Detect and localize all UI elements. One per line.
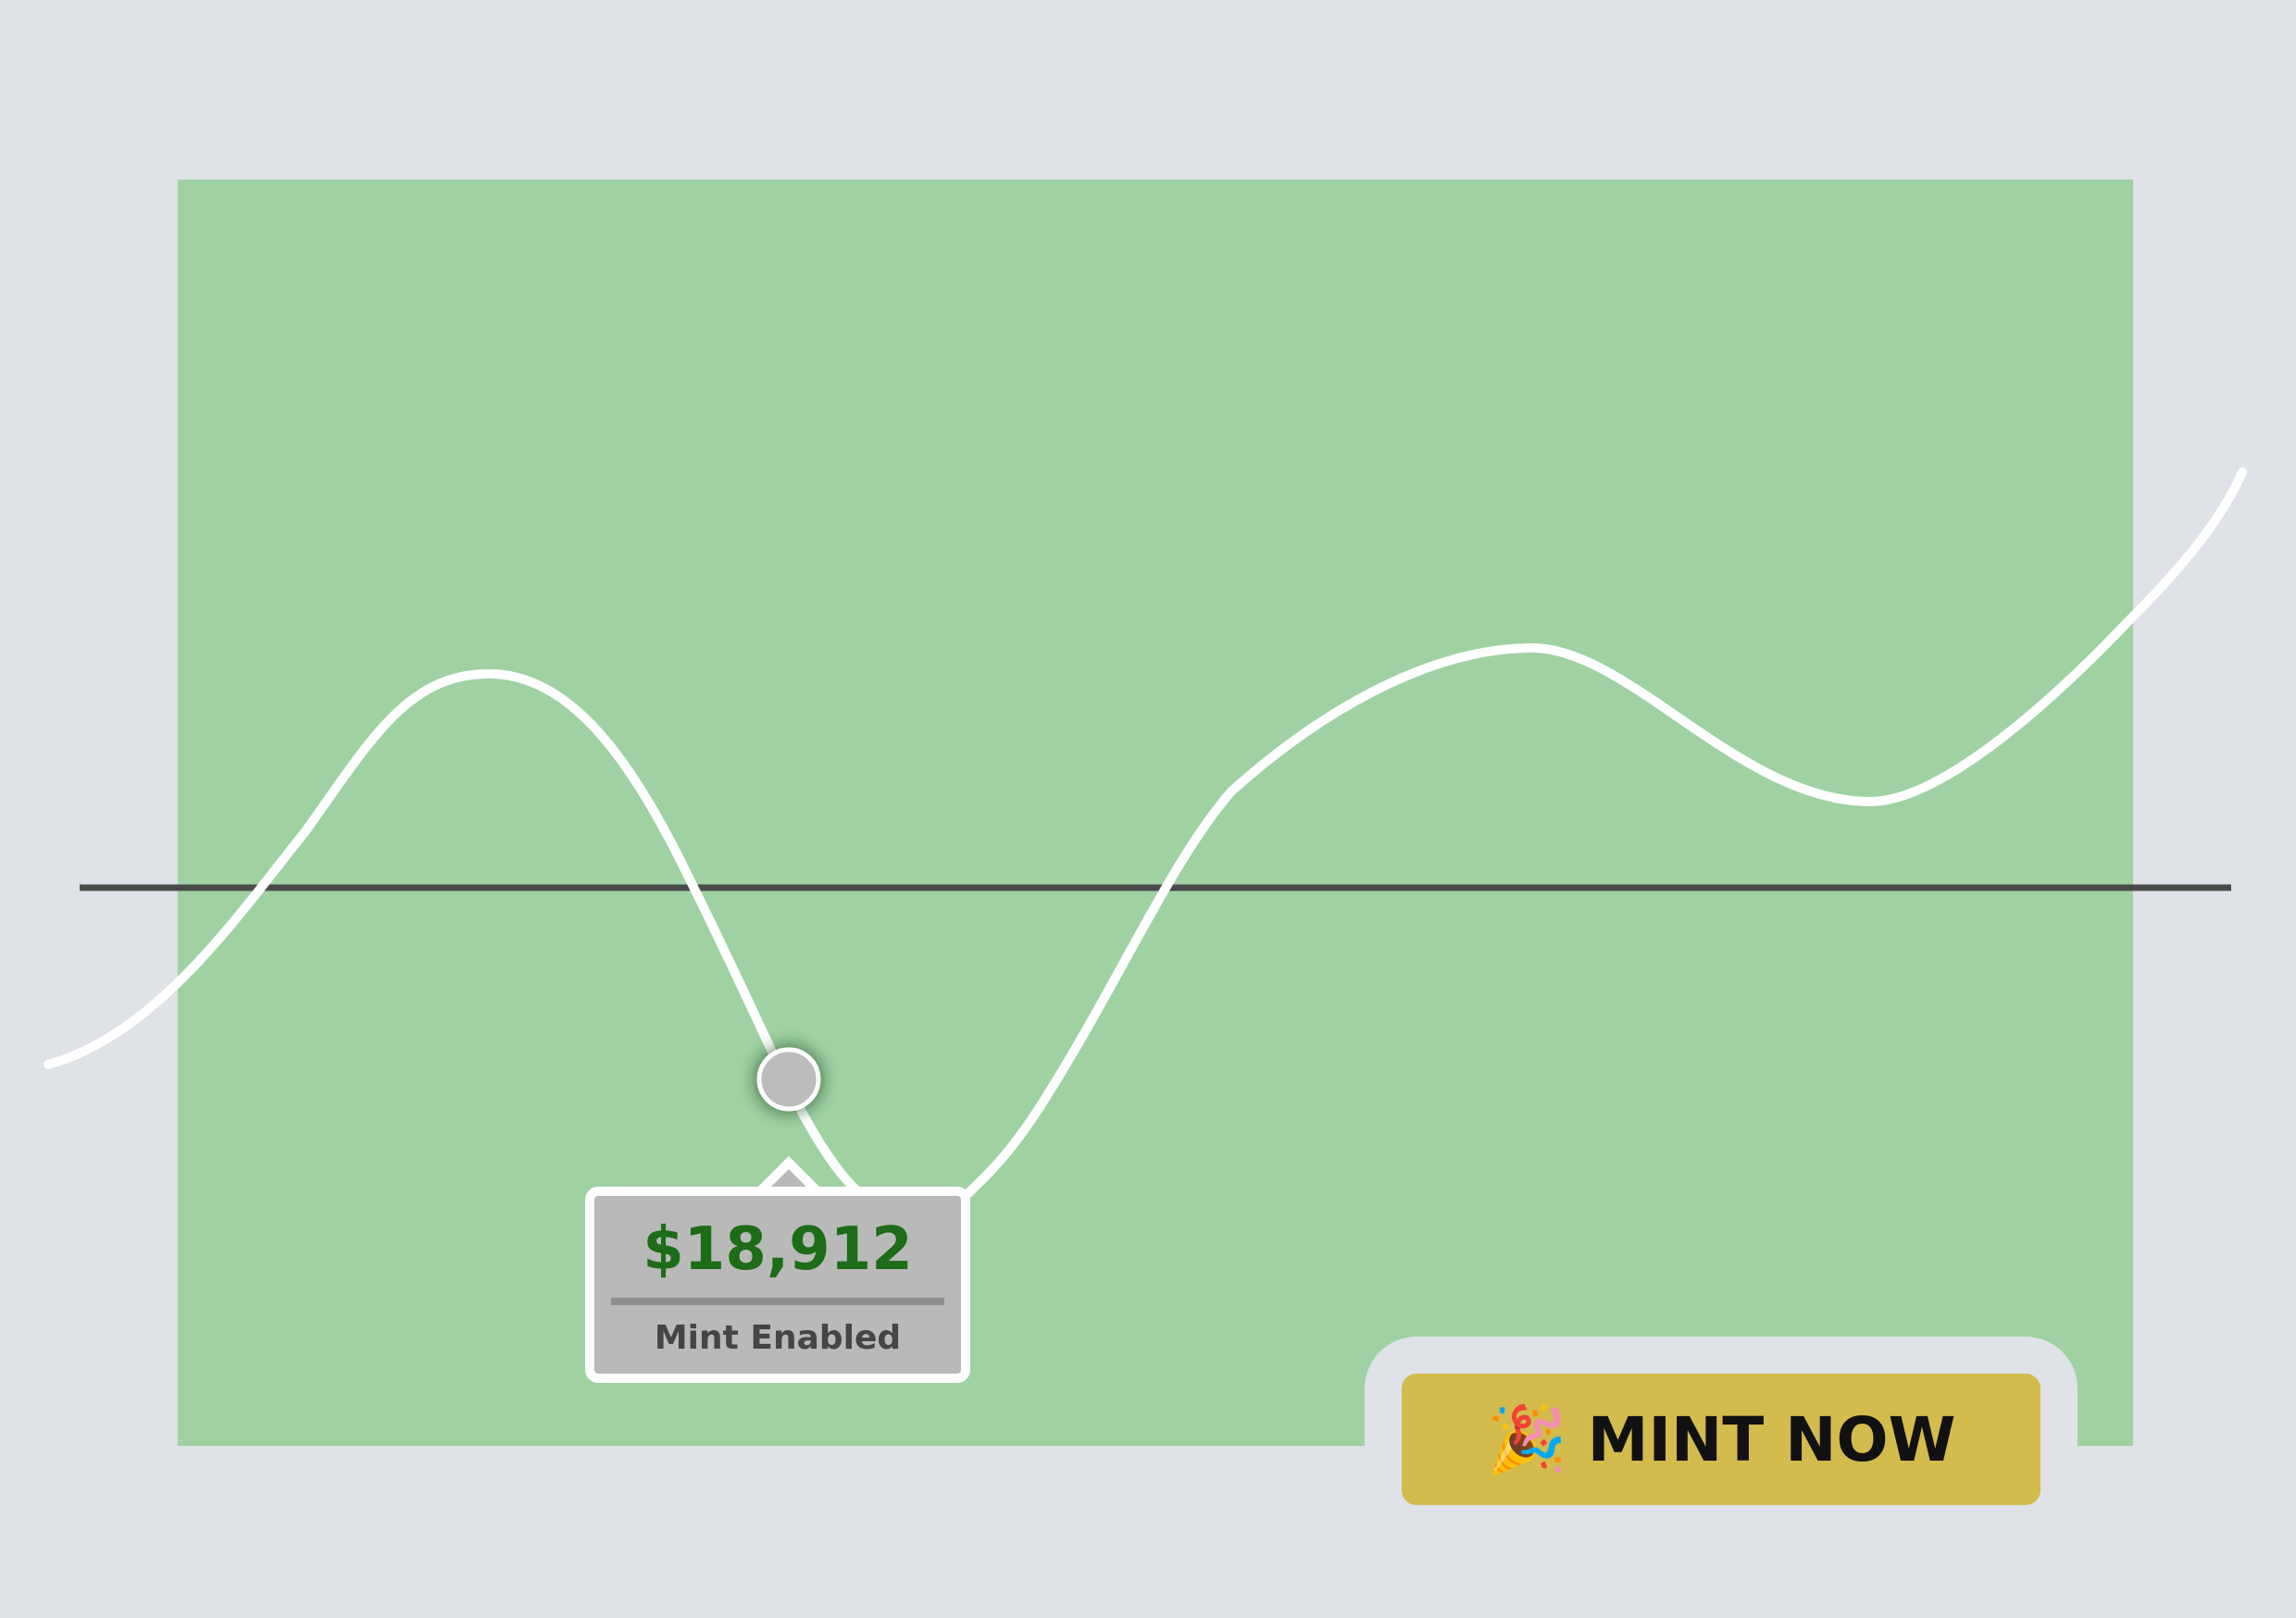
tooltip-status-label: Mint Enabled <box>654 1319 902 1357</box>
price-tooltip: $18,912 Mint Enabled <box>585 1187 970 1383</box>
data-point-marker-icon[interactable] <box>754 1044 824 1114</box>
tooltip-price-value: $18,912 <box>643 1215 913 1284</box>
party-popper-icon: 🎉 <box>1486 1401 1567 1477</box>
price-line <box>44 467 2247 1199</box>
tooltip-divider <box>611 1298 944 1305</box>
mint-chart-screen: $18,912 Mint Enabled 🎉 MINT NOW <box>0 0 2296 1618</box>
mint-now-button[interactable]: 🎉 MINT NOW <box>1402 1374 2040 1505</box>
mint-now-label: MINT NOW <box>1587 1403 1956 1475</box>
